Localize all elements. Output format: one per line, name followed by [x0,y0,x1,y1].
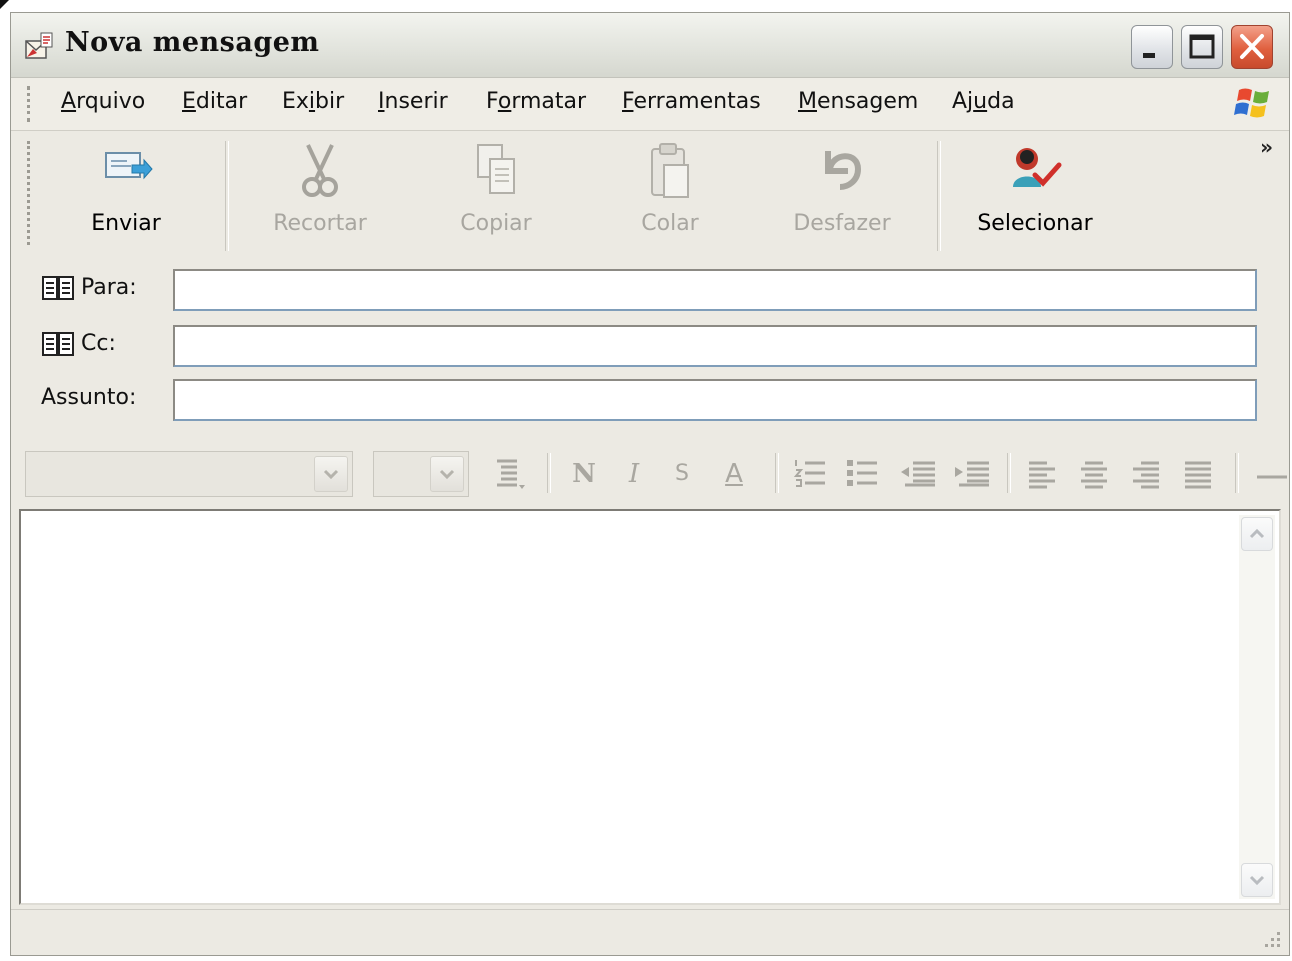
status-bar [11,909,1289,955]
menu-bar: Arquivo Editar Exibir Inserir Formatar F… [11,78,1289,131]
message-body[interactable] [19,509,1281,905]
undo-icon [825,151,862,190]
scroll-up-button[interactable] [1241,517,1273,551]
cc-label: Cc: [81,331,116,356]
chevron-down-icon [1249,875,1265,886]
close-icon [1240,34,1264,59]
menu-inserir[interactable]: Inserir [378,89,448,114]
toolbar-separator [225,141,229,251]
chevron-down-icon[interactable] [430,456,464,492]
toolbar-separator [937,141,941,251]
justify-icon[interactable] [1181,455,1215,493]
font-color-button[interactable]: A [717,455,751,493]
maximize-button[interactable] [1181,25,1223,69]
menu-formatar[interactable]: Formatar [486,89,586,114]
compose-window: Nova mensagem Arquivo Editar Exibir Inse… [10,12,1290,956]
to-field[interactable] [173,269,1257,311]
copy-button[interactable]: Copiar [435,141,557,251]
decrease-indent-icon[interactable] [899,455,935,493]
mouse-pointer-icon [0,0,9,9]
menu-exibir[interactable]: Exibir [282,89,344,114]
subject-field[interactable] [173,379,1257,421]
toolbar-grip[interactable] [27,141,30,245]
minimize-button[interactable] [1131,25,1173,69]
send-icon [105,152,153,180]
select-label: Selecionar [977,211,1093,236]
menu-grip[interactable] [27,86,30,122]
undo-button[interactable]: Desfazer [781,141,903,251]
copy-label: Copiar [460,211,532,236]
subject-label: Assunto: [41,385,137,410]
title-bar[interactable]: Nova mensagem [11,13,1289,78]
new-message-icon [25,32,53,59]
paste-label: Colar [641,211,699,236]
align-center-icon[interactable] [1077,455,1111,493]
cc-label-group[interactable]: Cc: [41,331,116,357]
align-left-icon[interactable] [1025,455,1059,493]
close-button[interactable] [1231,25,1273,69]
chevron-up-icon [1249,528,1265,539]
select-recipient-icon [1013,148,1062,187]
cut-button[interactable]: Recortar [259,141,381,251]
select-recipients-button[interactable]: Selecionar [967,141,1103,251]
format-separator [1235,453,1239,493]
font-name-select[interactable] [25,451,353,497]
address-book-icon [42,332,74,356]
menu-ajuda[interactable]: Ajuda [952,89,1015,114]
maximize-icon [1189,34,1215,59]
format-separator [547,453,551,493]
bold-button[interactable]: N [567,455,601,493]
toolbar-overflow-chevron-icon[interactable]: » [1260,135,1273,159]
menu-mensagem[interactable]: Mensagem [798,89,918,114]
windows-logo-icon [1234,88,1269,118]
address-book-icon [42,276,74,300]
formatting-bar: N I S A [11,441,1289,507]
paragraph-style-icon[interactable] [493,455,527,493]
align-right-icon[interactable] [1129,455,1163,493]
cc-field[interactable] [173,325,1257,367]
resize-grip-icon[interactable] [1261,928,1283,950]
window-title: Nova mensagem [65,27,320,58]
minimize-icon [1143,53,1155,58]
format-separator [775,453,779,493]
bulleted-list-icon[interactable] [845,455,879,493]
vertical-scrollbar[interactable] [1239,515,1275,899]
undo-label: Desfazer [793,211,891,236]
subject-row: Assunto: [11,377,1289,427]
scissors-icon [302,144,338,197]
cc-row: Cc: [11,323,1289,373]
format-separator [1007,453,1011,493]
horizontal-line-icon[interactable] [1253,455,1287,493]
paste-icon [651,143,689,198]
to-row: Para: [11,267,1289,317]
italic-button[interactable]: I [617,455,651,493]
cut-label: Recortar [273,211,367,236]
font-size-select[interactable] [373,451,469,497]
increase-indent-icon[interactable] [953,455,989,493]
copy-icon [477,144,515,194]
toolbar: Enviar Recortar Copiar Colar Desfazer Se… [11,131,1289,255]
paste-button[interactable]: Colar [609,141,731,251]
to-label-group[interactable]: Para: [41,275,137,301]
strikethrough-button[interactable]: S [665,455,699,493]
scroll-down-button[interactable] [1241,863,1273,897]
send-label: Enviar [91,211,161,236]
chevron-down-icon[interactable] [314,456,348,492]
menu-arquivo[interactable]: Arquivo [61,89,145,114]
to-label: Para: [81,275,137,300]
menu-editar[interactable]: Editar [182,89,247,114]
numbered-list-icon[interactable] [793,455,827,493]
send-button[interactable]: Enviar [51,141,201,251]
menu-ferramentas[interactable]: Ferramentas [622,89,761,114]
